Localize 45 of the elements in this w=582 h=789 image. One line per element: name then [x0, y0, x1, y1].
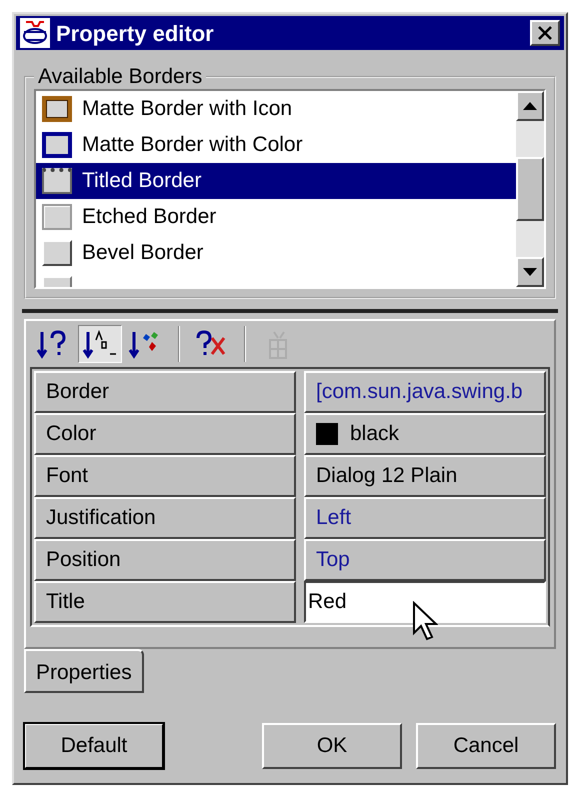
border-icon	[42, 96, 72, 122]
close-button[interactable]	[530, 20, 560, 46]
dialog-button[interactable]: Cancel	[416, 723, 556, 769]
border-icon	[42, 132, 72, 158]
property-name: Justification	[34, 497, 296, 539]
list-item[interactable]: Matte Border with Color	[36, 127, 516, 163]
group-title: Available Borders	[37, 66, 204, 87]
dialog-button[interactable]: OK	[262, 723, 402, 769]
property-name: Font	[34, 455, 296, 497]
property-name: Title	[34, 581, 296, 623]
property-name: Border	[34, 371, 296, 413]
scroll-up-button[interactable]	[516, 91, 544, 121]
mouse-cursor-icon	[412, 601, 438, 641]
list-item-label: Matte Border with Icon	[82, 96, 292, 122]
list-item[interactable]: Matte Border with Icon	[36, 91, 516, 127]
property-name: Color	[34, 413, 296, 455]
list-item[interactable]: Titled Border	[36, 163, 516, 199]
list-item[interactable]: Etched Border	[36, 199, 516, 235]
list-item-label: Etched Border	[82, 204, 216, 230]
close-icon	[537, 26, 553, 40]
list-item-label: Bevel Border	[82, 240, 204, 266]
color-value: black	[350, 421, 400, 448]
border-icon	[42, 240, 72, 266]
scroll-down-button[interactable]	[516, 257, 544, 287]
border-icon	[42, 204, 72, 230]
dialog-button[interactable]: Default	[24, 723, 164, 769]
property-name: Position	[34, 539, 296, 581]
down-arrow-icon	[523, 268, 537, 276]
property-value[interactable]: [com.sun.java.swing.b	[304, 371, 546, 413]
tab[interactable]: Properties	[24, 649, 144, 693]
scrollbar[interactable]	[516, 91, 544, 287]
property-value[interactable]: Top	[304, 539, 546, 581]
toolbar-button[interactable]	[78, 325, 122, 363]
border-icon	[42, 168, 72, 194]
list-item-label: Matte Border with Color	[82, 132, 303, 158]
window-title: Property editor	[56, 20, 214, 48]
list-item-label: Titled Border	[82, 168, 202, 194]
title-field[interactable]: Red	[304, 581, 546, 623]
property-value[interactable]: black	[304, 413, 546, 455]
scroll-thumb[interactable]	[516, 157, 544, 221]
sort-alphabetical-icon	[82, 328, 118, 360]
up-arrow-icon	[523, 102, 537, 110]
property-value[interactable]: Left	[304, 497, 546, 539]
property-value[interactable]: Dialog 12 Plain	[304, 455, 546, 497]
list-item[interactable]: Bevel Border	[36, 235, 516, 271]
